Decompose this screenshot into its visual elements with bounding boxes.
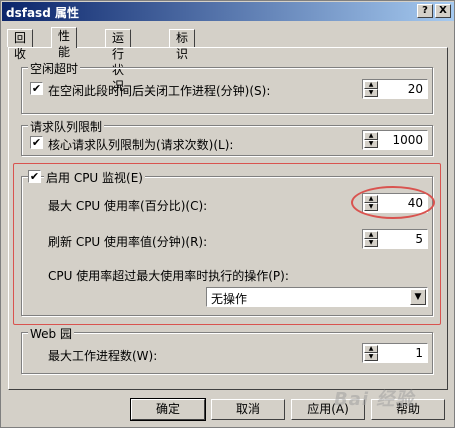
max-workers-value: 1 bbox=[415, 346, 423, 360]
spin-up-icon[interactable]: ▲ bbox=[364, 345, 378, 353]
cpu-monitor-checkbox[interactable]: ✔ bbox=[28, 170, 41, 183]
max-workers-spinner[interactable]: ▲ ▼ 1 bbox=[362, 343, 428, 363]
web-garden-legend: Web 园 bbox=[28, 325, 74, 342]
queue-limit-label: 核心请求队列限制为(请求次数)(L): bbox=[48, 138, 234, 152]
queue-limit-group: 请求队列限制 ✔ 核心请求队列限制为(请求次数)(L): ▲ ▼ 1000 bbox=[21, 118, 433, 156]
queue-limit-spinner[interactable]: ▲ ▼ 1000 bbox=[362, 130, 428, 150]
highlight-ellipse bbox=[351, 186, 435, 219]
idle-timeout-label: 在空闲此段时间后关闭工作进程(分钟)(S): bbox=[48, 84, 271, 98]
max-workers-label: 最大工作进程数(W): bbox=[48, 349, 158, 363]
close-title-button[interactable]: X bbox=[435, 4, 451, 18]
properties-window: dsfasd 属性 ? X 回收 性能 运行状况 标识 空闲超时 ✔ 在空闲此段… bbox=[0, 0, 455, 428]
window-title: dsfasd 属性 bbox=[6, 6, 79, 20]
cancel-button[interactable]: 取消 bbox=[211, 399, 285, 420]
queue-limit-checkbox[interactable]: ✔ bbox=[30, 136, 43, 149]
web-garden-group: Web 园 最大工作进程数(W): ▲ ▼ 1 bbox=[21, 325, 433, 374]
idle-timeout-checkbox[interactable]: ✔ bbox=[30, 82, 43, 95]
watermark-logo: Bai 经验 bbox=[334, 389, 415, 410]
help-title-button[interactable]: ? bbox=[417, 4, 433, 18]
tab-identity[interactable]: 标识 bbox=[169, 29, 196, 61]
ok-button[interactable]: 确定 bbox=[130, 398, 206, 421]
spin-up-icon[interactable]: ▲ bbox=[364, 81, 378, 89]
spin-down-icon[interactable]: ▼ bbox=[364, 89, 378, 97]
tab-recycle[interactable]: 回收 bbox=[7, 29, 34, 61]
tab-health[interactable]: 运行状况 bbox=[105, 29, 132, 93]
title-bar[interactable]: dsfasd 属性 ? X bbox=[2, 2, 454, 21]
queue-limit-legend: 请求队列限制 bbox=[28, 118, 105, 135]
spin-down-icon[interactable]: ▼ bbox=[364, 140, 378, 148]
idle-timeout-legend: 空闲超时 bbox=[28, 60, 81, 77]
idle-timeout-spinner[interactable]: ▲ ▼ 20 bbox=[362, 79, 428, 99]
idle-timeout-value: 20 bbox=[407, 82, 423, 96]
idle-timeout-group: 空闲超时 ✔ 在空闲此段时间后关闭工作进程(分钟)(S): ▲ ▼ 20 bbox=[21, 60, 433, 114]
spin-down-icon[interactable]: ▼ bbox=[364, 353, 378, 361]
queue-limit-value: 1000 bbox=[392, 133, 423, 147]
spin-up-icon[interactable]: ▲ bbox=[364, 132, 378, 140]
tab-performance[interactable]: 性能 bbox=[51, 27, 78, 59]
